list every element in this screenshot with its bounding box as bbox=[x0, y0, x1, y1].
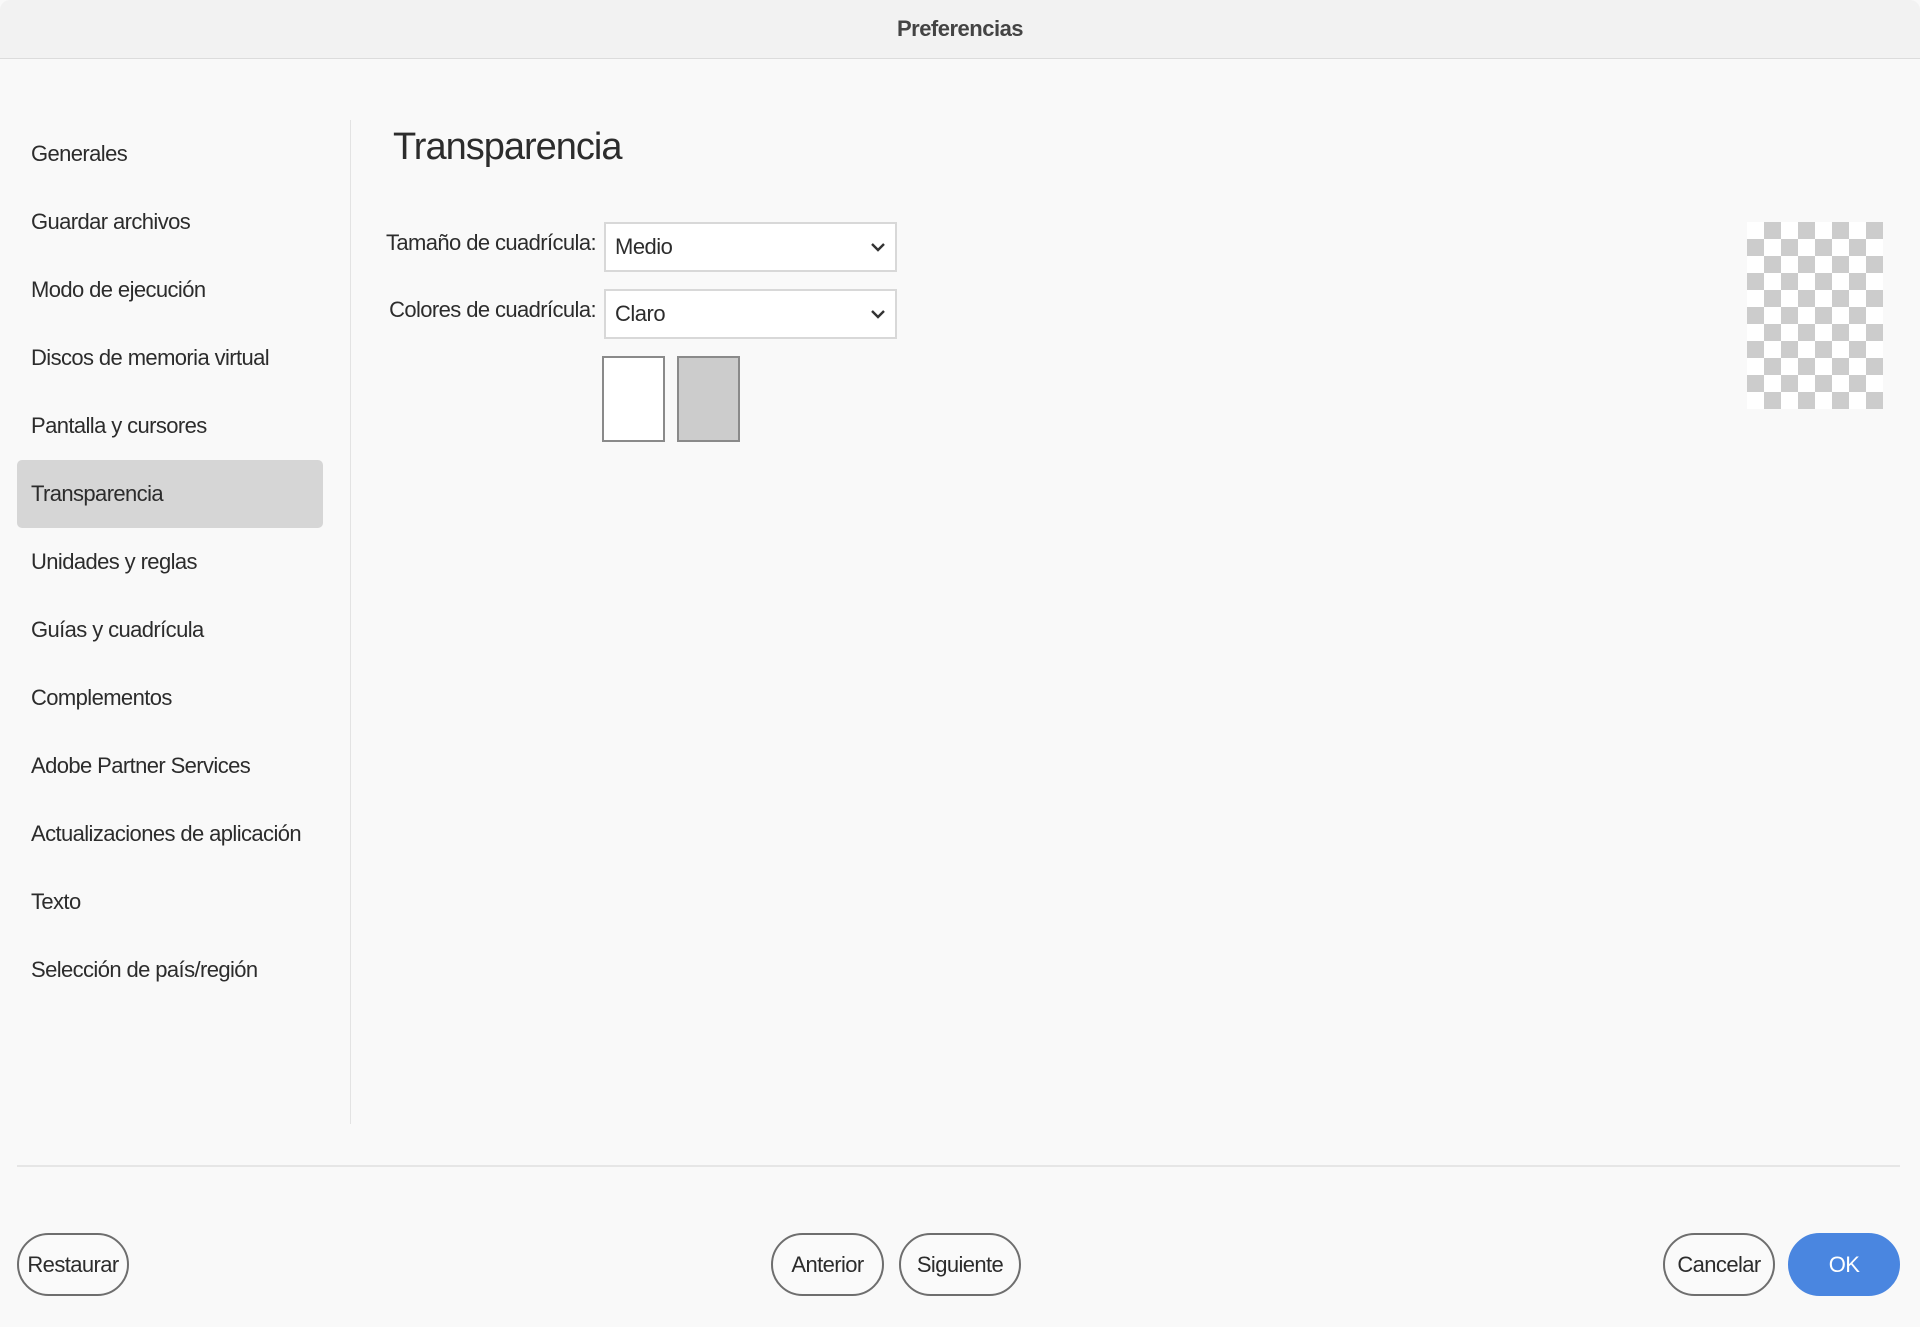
grid-colors-value: Claro bbox=[615, 301, 666, 326]
sidebar-item-label: Actualizaciones de aplicación bbox=[31, 821, 302, 846]
window-title: Preferencias bbox=[896, 16, 1024, 41]
sidebar-item[interactable]: Generales bbox=[17, 120, 323, 188]
sidebar-item[interactable]: Modo de ejecución bbox=[17, 256, 323, 324]
chevron-down-icon bbox=[871, 310, 885, 319]
ok-button[interactable]: OK bbox=[1788, 1233, 1900, 1296]
sidebar-divider bbox=[350, 120, 351, 1124]
page-title: Transparencia bbox=[393, 126, 622, 168]
sidebar-item-label: Pantalla y cursores bbox=[31, 413, 207, 438]
sidebar-item-label: Texto bbox=[31, 889, 81, 914]
sidebar-item[interactable]: Complementos bbox=[17, 664, 323, 732]
grid-color-swatch-1[interactable] bbox=[602, 356, 665, 442]
sidebar-item[interactable]: Actualizaciones de aplicación bbox=[17, 800, 323, 868]
sidebar-item-label: Discos de memoria virtual bbox=[31, 345, 270, 370]
grid-colors-select[interactable]: Claro bbox=[604, 289, 897, 339]
chevron-down-icon bbox=[871, 243, 885, 252]
sidebar-item[interactable]: Transparencia bbox=[17, 460, 323, 528]
sidebar-item-label: Transparencia bbox=[31, 481, 164, 506]
sidebar-item[interactable]: Guardar archivos bbox=[17, 188, 323, 256]
sidebar-item-label: Complementos bbox=[31, 685, 172, 710]
sidebar-item-label: Guías y cuadrícula bbox=[31, 617, 204, 642]
sidebar-item[interactable]: Texto bbox=[17, 868, 323, 936]
previous-button[interactable]: Anterior bbox=[771, 1233, 884, 1296]
title-bar: Preferencias bbox=[0, 0, 1920, 59]
restore-button[interactable]: Restaurar bbox=[17, 1233, 129, 1296]
cancel-button[interactable]: Cancelar bbox=[1663, 1233, 1775, 1296]
sidebar-item[interactable]: Guías y cuadrícula bbox=[17, 596, 323, 664]
grid-size-label: Tamaño de cuadrícula: bbox=[386, 230, 597, 255]
grid-size-select[interactable]: Medio bbox=[604, 222, 897, 272]
sidebar-item-label: Generales bbox=[31, 141, 128, 166]
sidebar-item[interactable]: Adobe Partner Services bbox=[17, 732, 323, 800]
sidebar-item[interactable]: Selección de país/región bbox=[17, 936, 323, 1004]
grid-color-swatch-2[interactable] bbox=[677, 356, 740, 442]
sidebar-item-label: Modo de ejecución bbox=[31, 277, 206, 302]
next-button[interactable]: Siguiente bbox=[899, 1233, 1021, 1296]
grid-colors-label: Colores de cuadrícula: bbox=[389, 297, 597, 322]
sidebar-item-label: Unidades y reglas bbox=[31, 549, 198, 574]
sidebar-item[interactable]: Discos de memoria virtual bbox=[17, 324, 323, 392]
grid-size-value: Medio bbox=[615, 234, 673, 259]
transparency-preview bbox=[1747, 222, 1883, 409]
sidebar-item-label: Adobe Partner Services bbox=[31, 753, 251, 778]
sidebar-item-label: Guardar archivos bbox=[31, 209, 191, 234]
footer-divider bbox=[17, 1165, 1900, 1167]
sidebar-item-label: Selección de país/región bbox=[31, 957, 258, 982]
sidebar-item[interactable]: Pantalla y cursores bbox=[17, 392, 323, 460]
sidebar-item[interactable]: Unidades y reglas bbox=[17, 528, 323, 596]
